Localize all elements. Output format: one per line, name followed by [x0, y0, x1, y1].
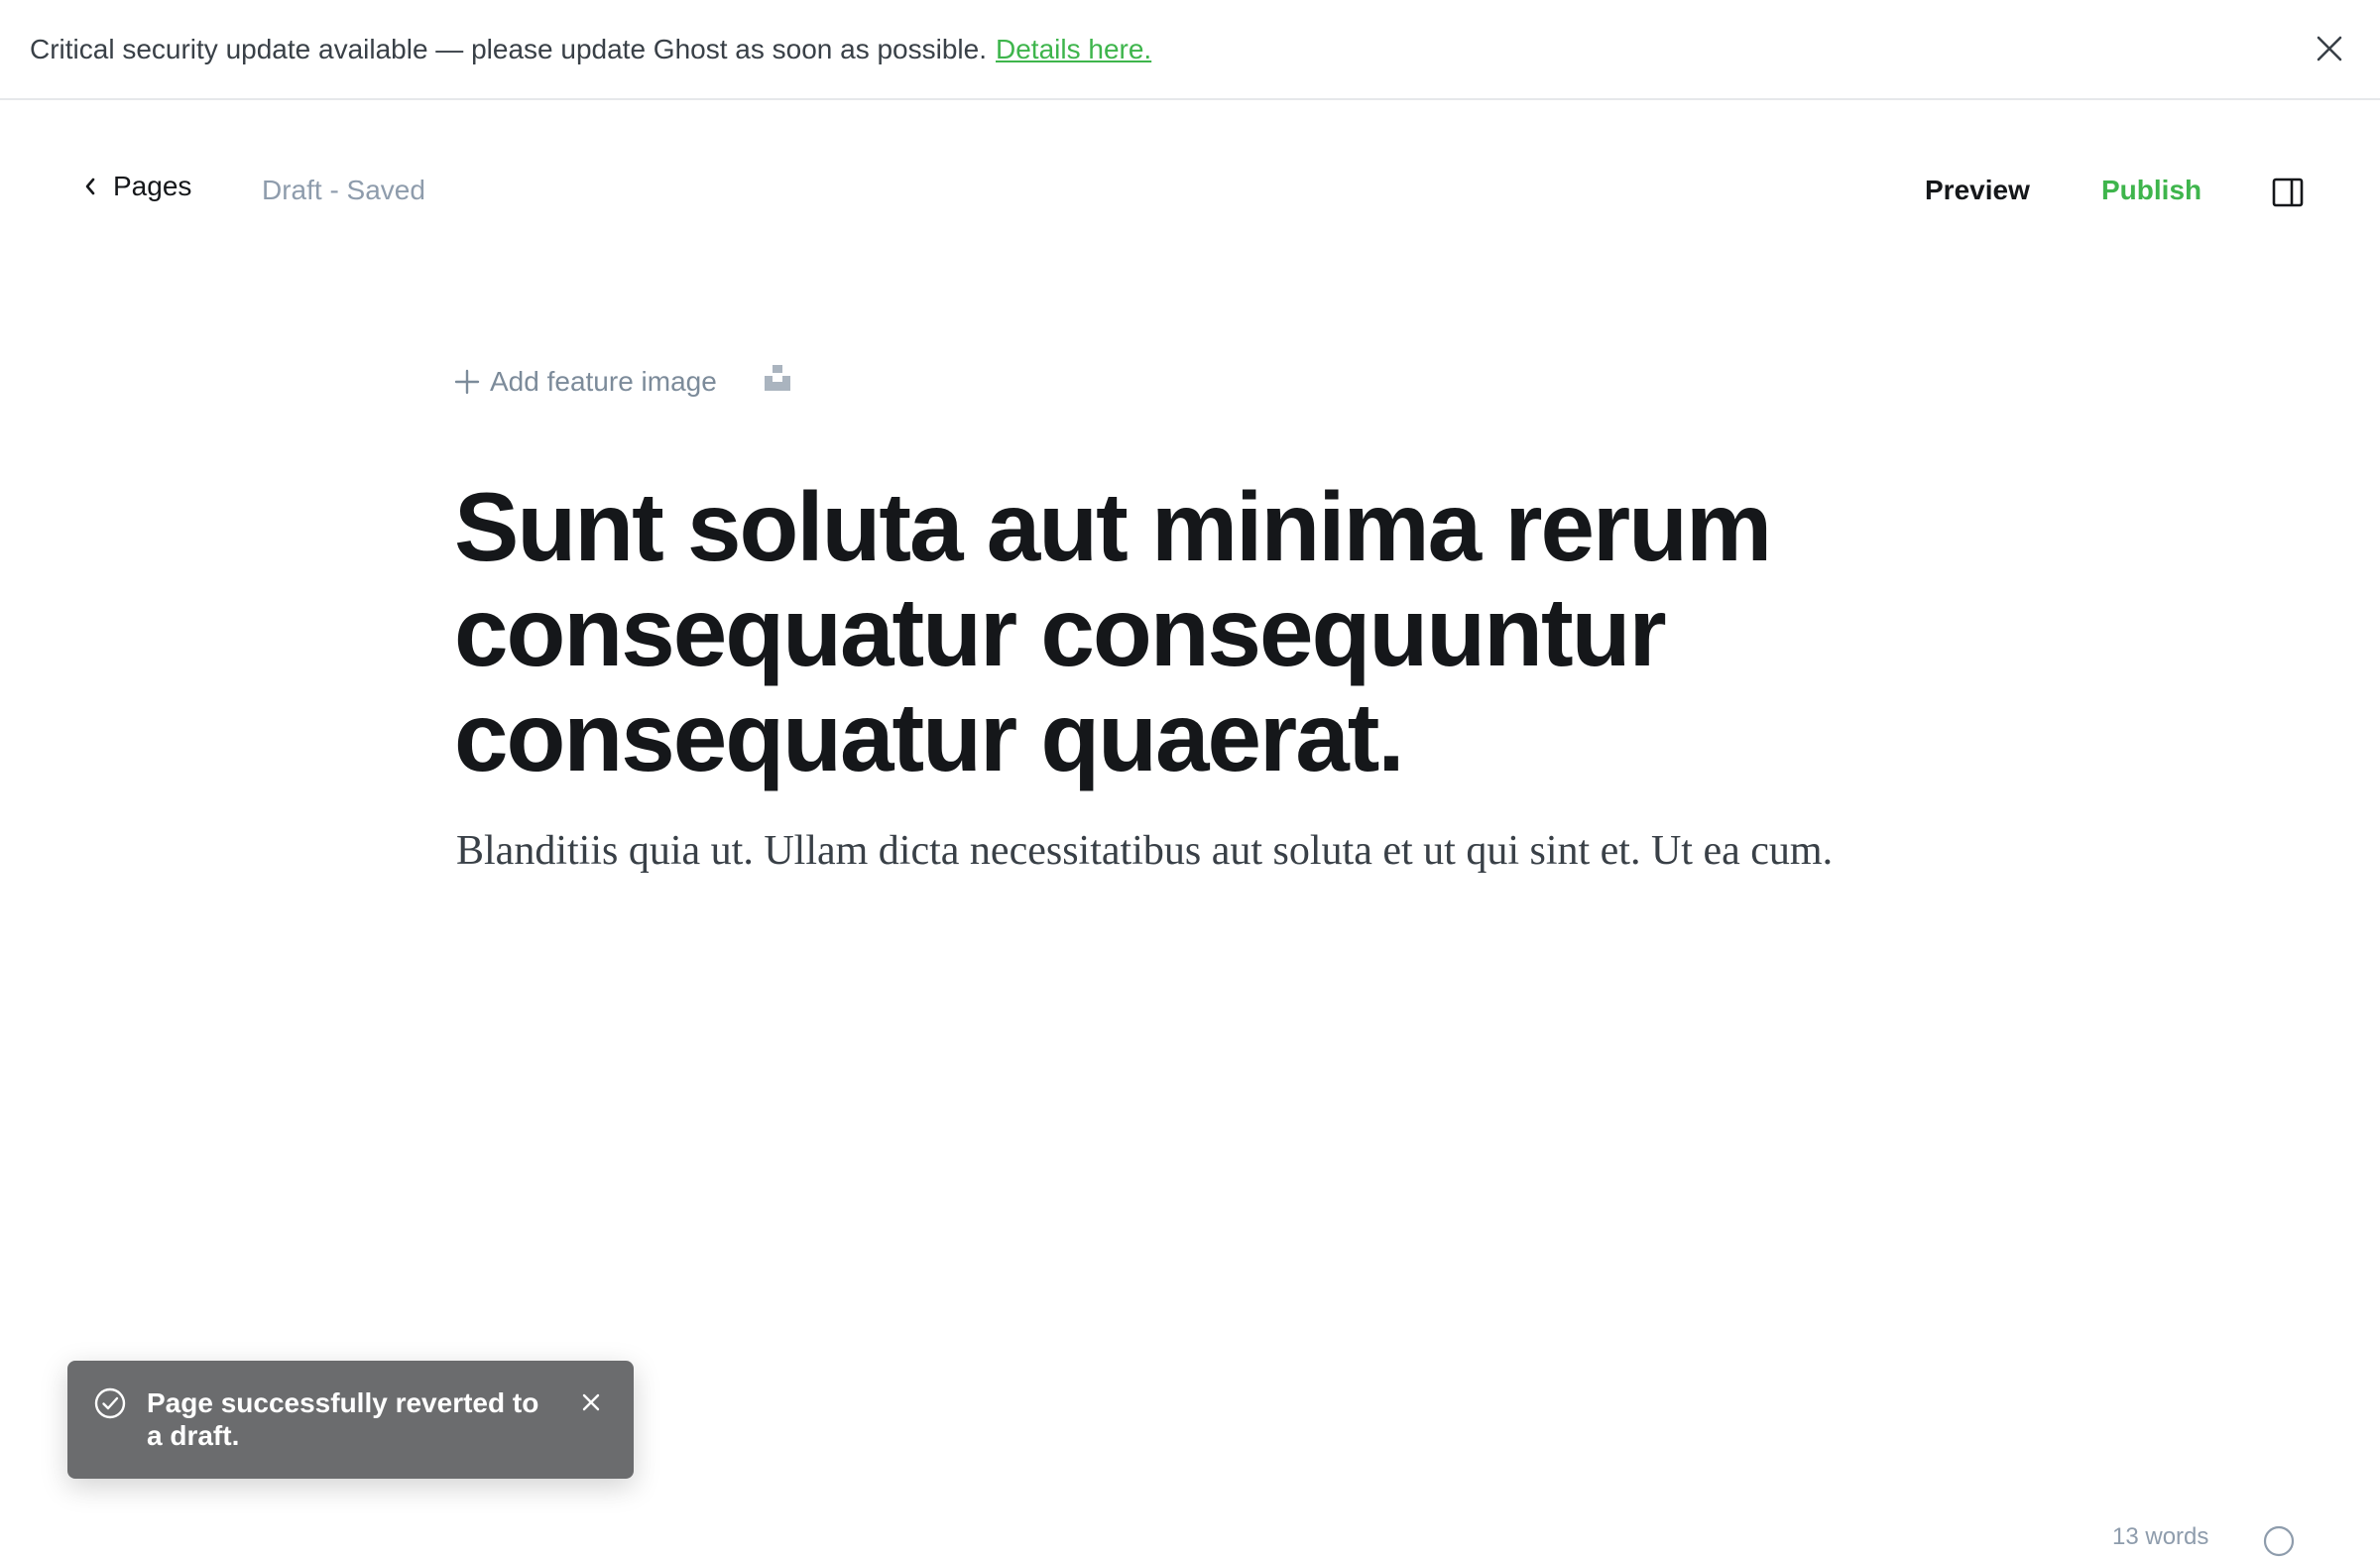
add-feature-image-label: Add feature image	[490, 365, 717, 397]
toast-status	[93, 1386, 127, 1420]
security-update-banner: Critical security update available — ple…	[0, 0, 2380, 100]
post-title[interactable]: Sunt soluta aut minima rerum consequatur…	[454, 474, 1962, 789]
feature-image-controls: Add feature image	[454, 363, 792, 400]
banner-close-button[interactable]	[2315, 34, 2344, 63]
publish-button[interactable]: Publish	[2101, 175, 2202, 206]
close-icon	[582, 1393, 600, 1411]
unsplash-icon	[764, 365, 790, 391]
sidebar-toggle-icon	[2272, 178, 2304, 207]
toast-message: Page successfully reverted to a draft.	[147, 1387, 539, 1451]
chevron-left-icon	[85, 178, 95, 195]
plus-icon	[454, 369, 480, 394]
check-circle-icon	[94, 1387, 126, 1419]
back-to-pages-link[interactable]: Pages	[83, 171, 191, 202]
close-icon	[2317, 36, 2342, 61]
toast-close-button[interactable]	[579, 1390, 603, 1414]
banner-message: Critical security update available — ple…	[30, 33, 987, 64]
preview-button[interactable]: Preview	[1925, 175, 2030, 206]
banner-details-link[interactable]: Details here.	[996, 34, 1151, 65]
settings-sidebar-toggle[interactable]	[2272, 178, 2304, 207]
notification-toast: Page successfully reverted to a draft.	[67, 1361, 634, 1479]
save-status: Draft - Saved	[262, 175, 425, 205]
help-icon	[2263, 1525, 2295, 1557]
word-count: 13 words	[2112, 1523, 2209, 1550]
post-excerpt[interactable]: Blanditiis quia ut. Ullam dicta necessit…	[456, 827, 2043, 875]
help-button[interactable]	[2263, 1525, 2295, 1557]
add-feature-image-button[interactable]: Add feature image	[454, 366, 717, 398]
unsplash-button[interactable]	[763, 363, 792, 400]
back-label: Pages	[113, 171, 192, 201]
editor-header: Pages Draft - Saved Preview Publish	[0, 159, 2380, 226]
